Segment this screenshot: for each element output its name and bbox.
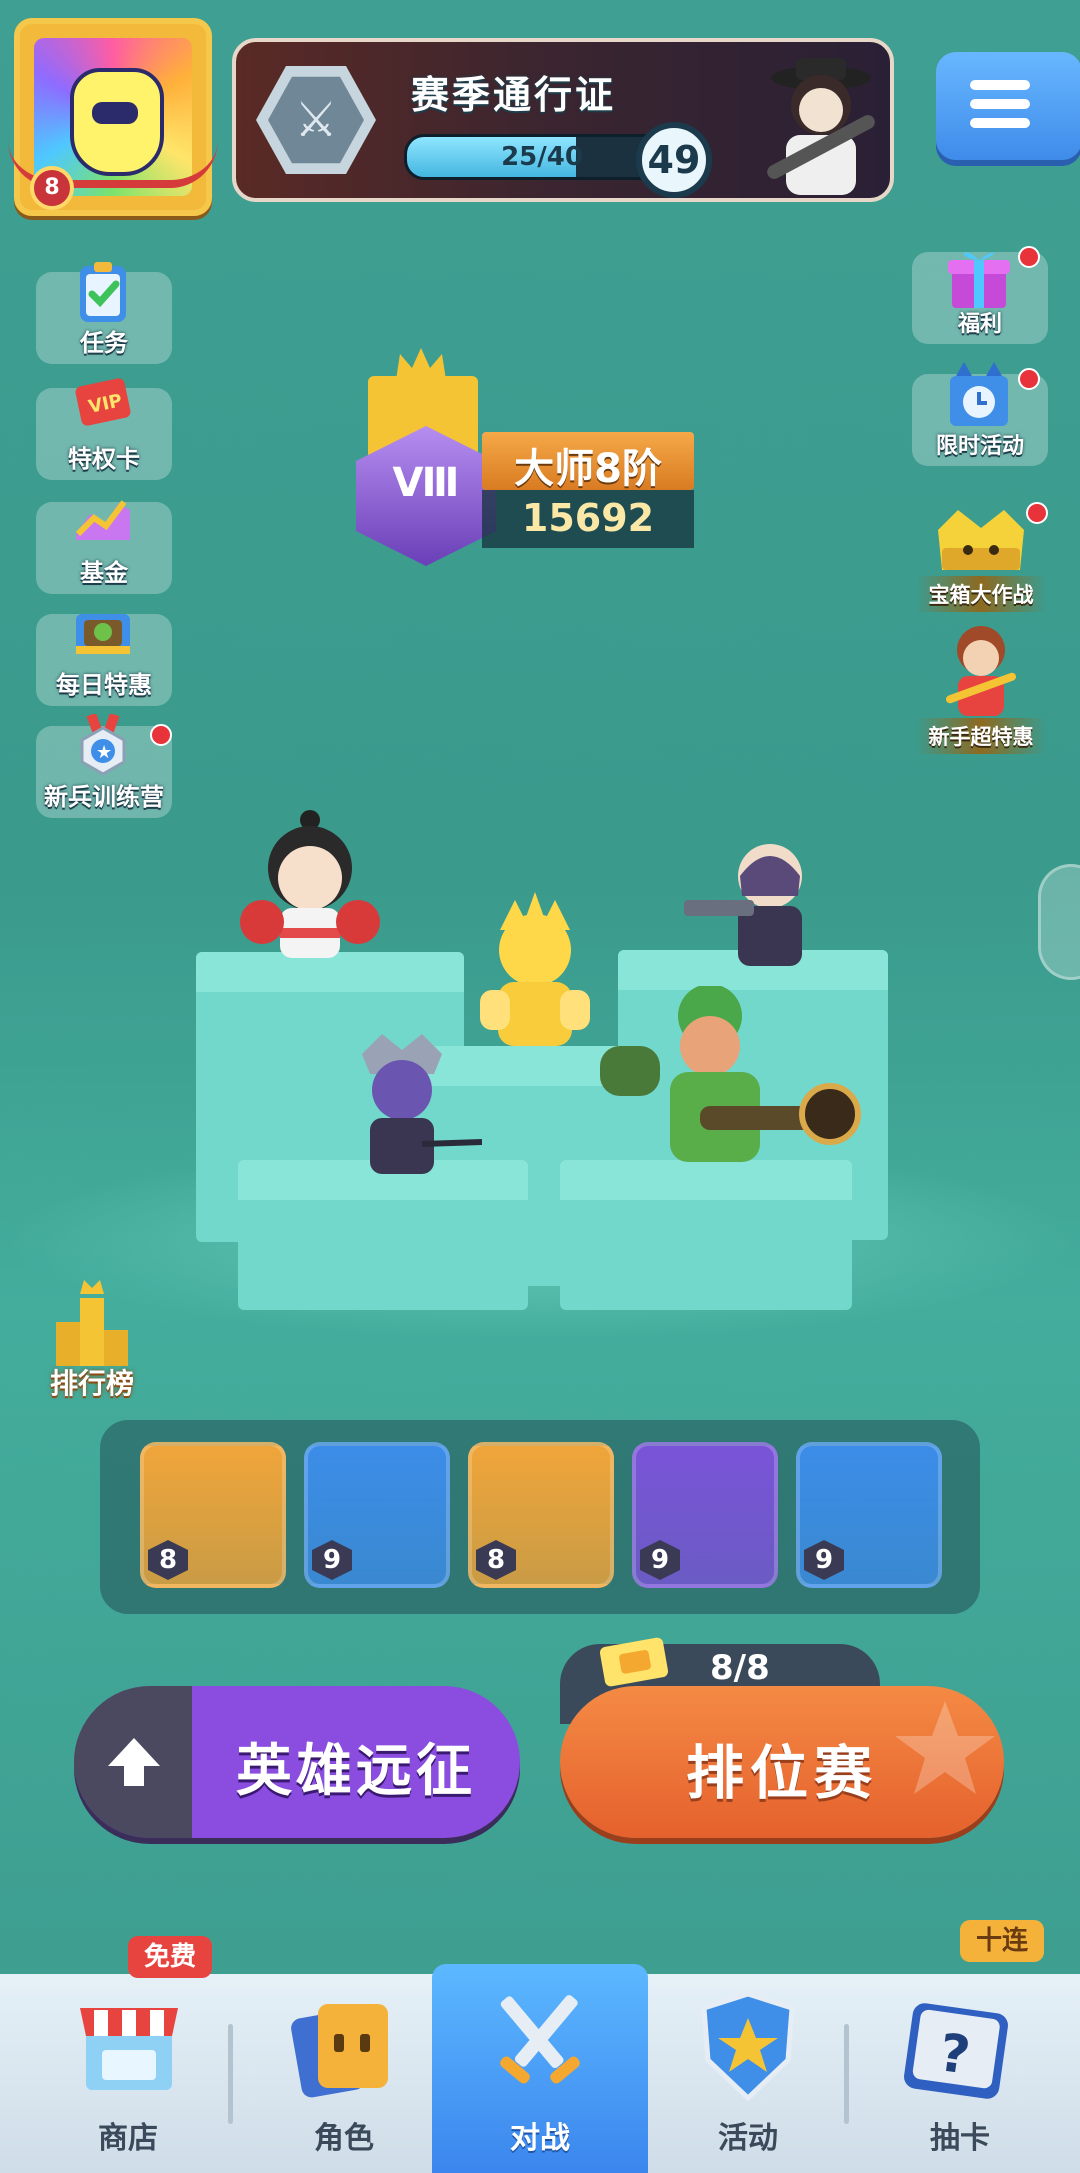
hero-expedition-button[interactable]: 英雄远征 (74, 1686, 520, 1838)
leaderboard-label: 排行榜 (49, 1367, 134, 1400)
crossed-swords-nav-icon (500, 1995, 580, 2084)
welfare-label: 福利 (957, 312, 1002, 337)
guitar-hero-portrait (767, 58, 875, 195)
nav-battle[interactable]: 对战 (432, 1964, 648, 2173)
clipboard-check-icon (80, 262, 126, 322)
rank-display[interactable]: Ⅷ 大师8阶 15692 (356, 346, 696, 576)
rank-score-box: 15692 (482, 490, 694, 548)
season-pass-level: 49 (636, 122, 712, 198)
notification-dot (1018, 246, 1040, 268)
recruit-camp-label: 新兵训练营 (44, 783, 164, 811)
newbie-offer-label: 新手超特惠 (916, 718, 1046, 754)
rank-name: 大师8阶 (514, 446, 662, 492)
chest-battle-button[interactable]: 宝箱大作战 (916, 500, 1048, 612)
hero-green-gunner[interactable] (600, 986, 870, 1186)
nav-characters-label: 角色 (314, 2121, 374, 2156)
hero-card[interactable]: 8 (468, 1442, 614, 1588)
gift-box-icon (948, 252, 1010, 308)
main-menu-button[interactable] (936, 52, 1080, 160)
fund-button[interactable]: 基金 (36, 500, 172, 594)
vip-card-button[interactable]: VIP 特权卡 (36, 378, 172, 480)
medal-badge-icon: ★ (80, 714, 126, 776)
hero-level-badge: 9 (640, 1540, 680, 1580)
vip-card-icon: VIP (75, 378, 131, 426)
nav-separator (228, 2024, 233, 2124)
ranked-match-label: 排位赛 (685, 1739, 878, 1807)
shop-free-badge: 免费 (128, 1936, 213, 1978)
nav-characters[interactable]: 角色 (236, 1974, 452, 2173)
svg-text:★: ★ (96, 742, 112, 763)
nav-gacha-label: 抽卡 (930, 2121, 990, 2156)
leaderboard-button[interactable]: 排行榜 (36, 1276, 148, 1402)
hero-level-badge: 8 (148, 1540, 188, 1580)
hero-golden-knight[interactable] (470, 890, 600, 1070)
hero-card[interactable]: 9 (796, 1442, 942, 1588)
gacha-ten-pull-badge: 十连 (960, 1920, 1045, 1962)
limited-event-button[interactable]: 限时活动 (912, 362, 1048, 466)
welfare-button[interactable]: 福利 (912, 246, 1048, 344)
hero-expedition-label: 英雄远征 (236, 1739, 476, 1804)
fund-label: 基金 (80, 559, 128, 587)
mystery-card-icon: ? (904, 2003, 1008, 2099)
golden-chest-icon (938, 510, 1024, 570)
star-shield-icon (701, 1991, 795, 2102)
hero-card[interactable]: 9 (632, 1442, 778, 1588)
hamburger-menu-icon (970, 80, 1030, 137)
chest-battle-label: 宝箱大作战 (916, 576, 1046, 612)
gem-chart-icon (75, 500, 130, 540)
leaderboard-trophy-icon (56, 1280, 128, 1366)
limited-event-label: 限时活动 (935, 434, 1024, 459)
recruit-camp-button[interactable]: ★ 新兵训练营 (36, 714, 172, 818)
clock-box-icon (950, 362, 1008, 426)
season-pass-banner[interactable]: ⚔ 赛季通行证 25/40 49 (232, 38, 894, 202)
nav-shop-label: 商店 (98, 2121, 158, 2156)
quests-label: 任务 (80, 329, 128, 357)
notification-dot (1026, 502, 1048, 524)
up-arrow-icon (108, 1738, 160, 1786)
treasure-chest-icon (76, 614, 130, 654)
daily-deals-button[interactable]: 每日特惠 (36, 614, 172, 706)
side-drawer-handle[interactable] (1038, 864, 1080, 980)
hero-dark-helmet[interactable] (680, 836, 830, 976)
expedition-arrow-panel (74, 1686, 192, 1838)
notification-dot (1018, 368, 1040, 390)
season-pass-title: 赛季通行证 (411, 73, 617, 117)
hero-purple-archer[interactable] (322, 1034, 482, 1184)
ticket-icon (599, 1637, 669, 1687)
quests-button[interactable]: 任务 (36, 262, 172, 364)
rank-score: 15692 (521, 496, 655, 540)
notification-dot (150, 724, 172, 746)
hero-lineup-strip: 8 9 8 9 9 (100, 1420, 980, 1614)
hero-card[interactable]: 8 (140, 1442, 286, 1588)
player-level-badge: 8 (30, 166, 74, 210)
hero-level-badge: 9 (804, 1540, 844, 1580)
nav-separator (844, 2024, 849, 2124)
nav-gacha[interactable]: ? 抽卡 (852, 1974, 1068, 2173)
nav-battle-label: 对战 (510, 2121, 570, 2156)
ticket-count: 8/8 (710, 1648, 770, 1688)
rank-name-box: 大师8阶 (482, 432, 694, 492)
hero-level-badge: 9 (312, 1540, 352, 1580)
newbie-offer-button[interactable]: 新手超特惠 (916, 620, 1046, 754)
daily-deals-label: 每日特惠 (56, 671, 152, 699)
vip-card-label: 特权卡 (68, 445, 140, 473)
character-cards-icon (291, 2004, 388, 2098)
shop-storefront-icon (80, 2008, 178, 2090)
nav-events[interactable]: 活动 (640, 1974, 856, 2173)
bottom-navigation: 商店 免费 角色 对战 活动 ? 抽卡 十连 (0, 1920, 1080, 2173)
hero-offer-icon (945, 626, 1017, 716)
hero-cheerleader[interactable] (240, 808, 380, 968)
ranked-match-button[interactable]: 排位赛 (560, 1686, 1004, 1838)
nav-shop[interactable]: 商店 (20, 1974, 236, 2173)
rank-emblem-numeral: Ⅷ (392, 460, 460, 506)
hero-level-badge: 8 (476, 1540, 516, 1580)
nav-events-label: 活动 (718, 2121, 778, 2156)
hero-card[interactable]: 9 (304, 1442, 450, 1588)
